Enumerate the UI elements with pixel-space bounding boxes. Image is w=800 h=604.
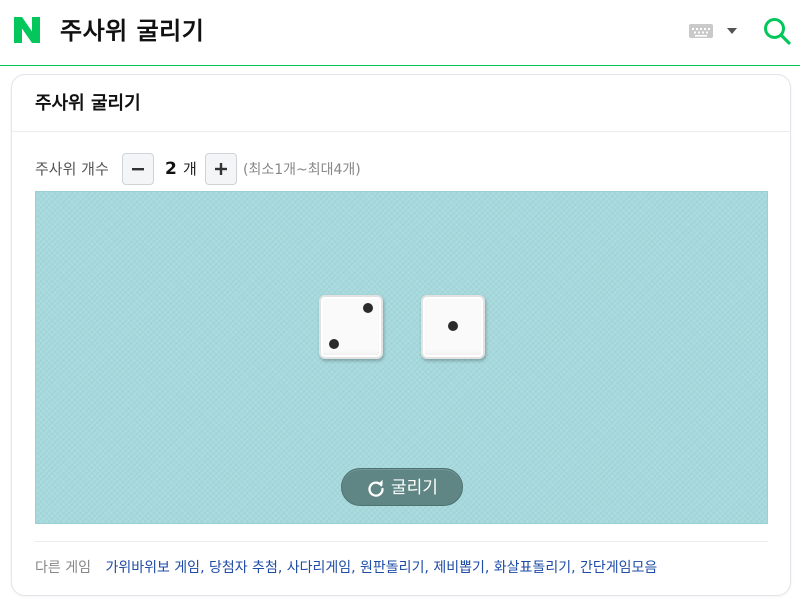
card-divider	[12, 131, 790, 132]
card-title: 주사위 굴리기	[35, 93, 141, 114]
decrease-button[interactable]	[122, 153, 154, 185]
die-pip	[448, 321, 458, 331]
game-link-arrow[interactable]: 화살표돌리기	[494, 560, 571, 576]
keyboard-icon[interactable]	[689, 24, 713, 38]
game-link-rps[interactable]: 가위바위보 게임	[105, 560, 200, 576]
search-query[interactable]: 주사위 굴리기	[60, 14, 204, 48]
plus-icon	[215, 163, 227, 175]
other-games-label: 다른 게임	[35, 560, 91, 576]
increase-button[interactable]	[205, 153, 237, 185]
chevron-down-icon[interactable]	[725, 26, 739, 36]
top-search-bar: 주사위 굴리기	[0, 0, 800, 66]
game-link-roulette[interactable]: 원판돌리기	[360, 560, 424, 576]
search-icon[interactable]	[762, 16, 792, 46]
dice-count-value: 2	[165, 159, 177, 179]
dice-count-row: 주사위 개수 2 개 (최소1개~최대4개)	[35, 153, 735, 185]
dice-count-label: 주사위 개수	[35, 160, 109, 178]
dice-count-hint: (최소1개~최대4개)	[243, 162, 361, 178]
die-1	[319, 295, 383, 359]
other-games-footer: 다른 게임 가위바위보 게임, 당첨자 추첨, 사다리게임, 원판돌리기, 제비…	[35, 560, 658, 576]
game-link-raffle[interactable]: 당첨자 추첨	[209, 560, 278, 576]
dice-count-unit: 개	[183, 160, 197, 178]
dice-board: 굴리기	[35, 191, 768, 524]
game-link-ladder[interactable]: 사다리게임	[287, 560, 351, 576]
dice-card: 주사위 굴리기 주사위 개수 2 개 (최소1개~최대4개) 굴리기 다른 게임…	[11, 74, 791, 596]
game-link-collection[interactable]: 간단게임모음	[580, 560, 657, 576]
roll-button-label: 굴리기	[391, 478, 438, 498]
game-link-lots[interactable]: 제비뽑기	[433, 560, 485, 576]
refresh-icon	[368, 480, 384, 497]
die-pip	[329, 339, 339, 349]
die-2	[421, 295, 485, 359]
naver-logo-icon[interactable]	[12, 15, 42, 45]
footer-divider	[35, 541, 768, 542]
die-pip	[363, 303, 373, 313]
minus-icon	[132, 168, 144, 171]
roll-button[interactable]: 굴리기	[341, 468, 463, 506]
